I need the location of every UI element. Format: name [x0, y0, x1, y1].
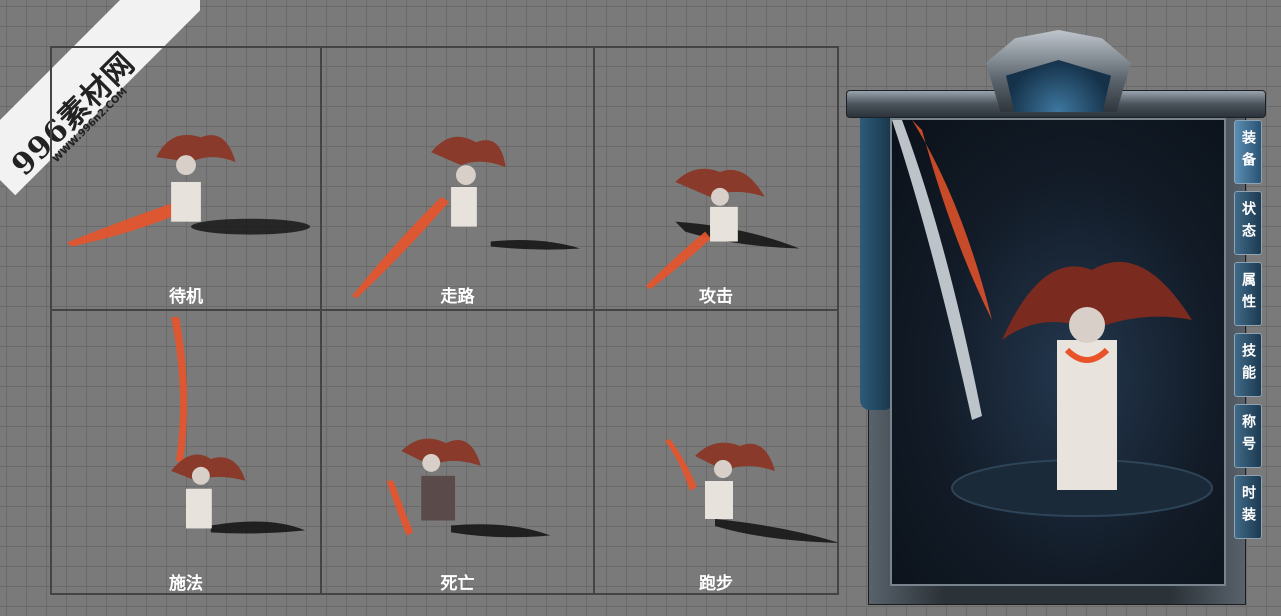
- character-viewport: [890, 118, 1226, 586]
- cell-label-death: 死亡: [440, 574, 475, 594]
- sprite-cell-run: 跑步: [595, 311, 837, 594]
- sprite-cell-walk: 走路: [322, 48, 595, 311]
- cast-sprite-icon: [171, 317, 306, 534]
- panel-tabs: 装备 状态 属性 技能 称号 时装: [1234, 120, 1264, 546]
- death-sprite-icon: [386, 438, 551, 538]
- sprite-cell-death: 死亡: [322, 311, 595, 594]
- tab-titles[interactable]: 称号: [1234, 404, 1262, 468]
- cell-label-cast: 施法: [169, 574, 203, 594]
- sprite-cell-attack: 攻击: [595, 48, 837, 311]
- cell-label-run: 跑步: [699, 574, 733, 594]
- character-model-icon: [892, 120, 1213, 517]
- sprite-grid: 待机 走路 攻击 施法 死亡 跑步: [50, 46, 839, 595]
- idle-sprite-icon: [66, 134, 311, 247]
- tab-equipment[interactable]: 装备: [1234, 120, 1262, 184]
- panel-banner: [860, 110, 894, 410]
- cell-label-attack: 攻击: [699, 287, 733, 307]
- attack-sprite-icon: [645, 168, 800, 290]
- sprite-cell-idle: 待机: [52, 48, 322, 311]
- cell-label-walk: 走路: [440, 287, 475, 307]
- tab-attributes[interactable]: 属性: [1234, 262, 1262, 326]
- run-sprite-icon: [665, 439, 837, 543]
- character-panel: 装备 状态 属性 技能 称号 时装: [846, 30, 1266, 610]
- tab-skills[interactable]: 技能: [1234, 333, 1262, 397]
- sprite-cell-cast: 施法: [52, 311, 322, 594]
- cell-label-idle: 待机: [169, 287, 203, 307]
- tab-fashion[interactable]: 时装: [1234, 475, 1262, 539]
- walk-sprite-icon: [351, 136, 581, 299]
- tab-status[interactable]: 状态: [1234, 191, 1262, 255]
